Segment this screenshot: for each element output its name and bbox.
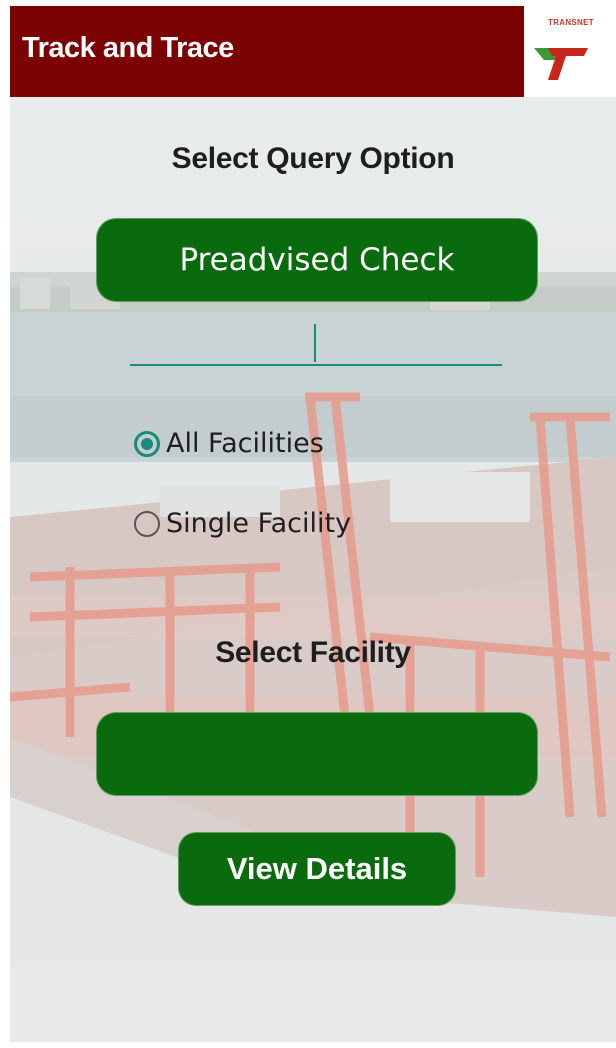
transnet-logo-icon bbox=[534, 48, 588, 80]
radio-all-facilities[interactable]: All Facilities bbox=[134, 428, 324, 459]
text-cursor bbox=[314, 324, 316, 362]
query-input[interactable] bbox=[130, 316, 502, 366]
app-bar: Track and Trace bbox=[10, 6, 524, 97]
select-facility-heading: Select Facility bbox=[215, 636, 411, 669]
facility-dropdown[interactable] bbox=[96, 712, 538, 796]
app-title: Track and Trace bbox=[22, 32, 234, 64]
radio-single-facility[interactable]: Single Facility bbox=[134, 508, 351, 539]
radio-single-facility-label: Single Facility bbox=[166, 508, 352, 539]
radio-checked-icon bbox=[134, 430, 160, 457]
brand-text: TRANSNET bbox=[548, 18, 594, 27]
transnet-logo: TRANSNET bbox=[524, 6, 616, 97]
view-details-label: View Details bbox=[226, 851, 408, 886]
radio-all-facilities-label: All Facilities bbox=[166, 428, 324, 459]
app-screen: Track and Trace TRANSNET Select Query Op… bbox=[10, 6, 616, 1042]
radio-unchecked-icon bbox=[134, 510, 160, 537]
view-details-button[interactable]: View Details bbox=[178, 832, 456, 906]
query-option-dropdown[interactable]: Preadvised Check bbox=[96, 218, 538, 302]
query-option-heading: Select Query Option bbox=[171, 142, 455, 175]
query-option-value: Preadvised Check bbox=[179, 242, 455, 278]
